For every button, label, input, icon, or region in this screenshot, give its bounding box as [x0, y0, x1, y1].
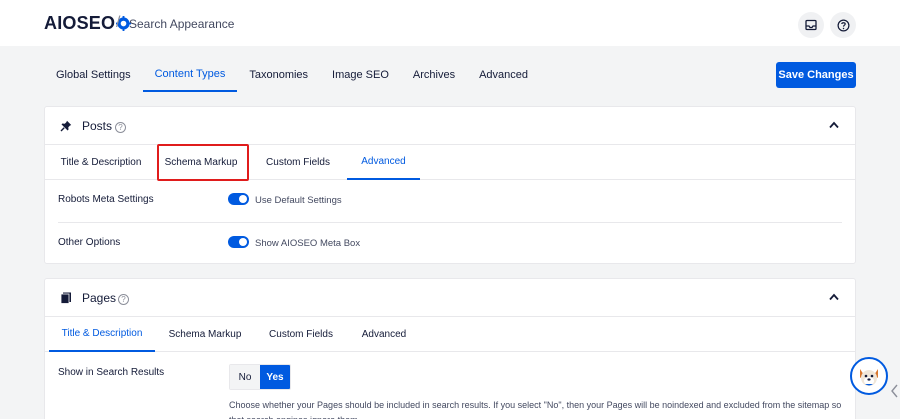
tab-global-settings[interactable]: Global Settings: [44, 58, 143, 92]
top-header: AIOSEO / Search Appearance: [0, 0, 900, 46]
help-icon[interactable]: ?: [118, 294, 129, 305]
posts-card-title: Posts: [82, 118, 113, 133]
main-tabs: Global Settings Content Types Taxonomies…: [44, 58, 856, 92]
show-meta-box-toggle[interactable]: [228, 236, 249, 248]
pushpin-icon: [60, 120, 72, 132]
tab-taxonomies[interactable]: Taxonomies: [237, 58, 320, 92]
tab-archives[interactable]: Archives: [401, 58, 467, 92]
robots-meta-row: Robots Meta Settings Use Default Setting…: [58, 180, 842, 222]
logo-text: AIOSEO: [44, 13, 116, 33]
notifications-button[interactable]: [798, 12, 824, 38]
save-changes-button[interactable]: Save Changes: [776, 62, 856, 88]
sub-tab-custom-fields[interactable]: Custom Fields: [249, 145, 347, 180]
pages-icon: [60, 292, 71, 304]
pages-sub-tabs: Title & Description Schema Markup Custom…: [45, 317, 855, 352]
inbox-icon: [805, 19, 817, 31]
row-label: Other Options: [58, 237, 121, 248]
help-button[interactable]: [830, 12, 856, 38]
show-in-search-selector: No Yes: [229, 364, 291, 390]
yes-option[interactable]: Yes: [260, 365, 290, 389]
row-label: Robots Meta Settings: [58, 194, 154, 205]
help-icon: [837, 19, 849, 31]
collapse-panel-icon[interactable]: [889, 381, 900, 401]
posts-card: Posts ? Title & Description Schema Marku…: [44, 106, 856, 264]
sub-tab-advanced[interactable]: Advanced: [347, 317, 421, 352]
posts-card-header[interactable]: Posts ?: [45, 107, 855, 145]
pages-card: Pages ? Title & Description Schema Marku…: [44, 278, 856, 419]
tab-content-types[interactable]: Content Types: [142, 58, 238, 92]
sub-tab-title-description[interactable]: Title & Description: [49, 145, 153, 180]
sub-tab-advanced[interactable]: Advanced: [347, 145, 420, 180]
show-in-search-label: Show in Search Results: [58, 367, 165, 378]
toggle-label: Show AIOSEO Meta Box: [255, 238, 361, 249]
chevron-up-icon[interactable]: [829, 121, 839, 129]
mascot-icon: [860, 369, 878, 386]
tab-image-seo[interactable]: Image SEO: [320, 58, 401, 92]
no-option[interactable]: No: [230, 365, 260, 389]
assistant-mascot-button[interactable]: [850, 357, 888, 395]
breadcrumb-separator: /: [116, 14, 121, 31]
pages-card-header[interactable]: Pages ?: [45, 279, 855, 317]
toggle-label: Use Default Settings: [255, 195, 342, 206]
use-default-settings-toggle[interactable]: [228, 193, 249, 205]
pages-card-title: Pages: [82, 290, 117, 305]
sub-tab-schema-markup[interactable]: Schema Markup: [155, 317, 255, 352]
posts-sub-tabs: Title & Description Schema Markup Custom…: [45, 145, 855, 180]
page-title: Search Appearance: [129, 17, 235, 31]
other-options-row: Other Options Show AIOSEO Meta Box: [58, 222, 842, 264]
sub-tab-schema-markup[interactable]: Schema Markup: [153, 145, 249, 180]
tab-advanced[interactable]: Advanced: [467, 58, 540, 92]
sub-tab-title-description[interactable]: Title & Description: [49, 317, 155, 352]
show-in-search-description: Choose whether your Pages should be incl…: [229, 400, 842, 419]
sub-tab-custom-fields[interactable]: Custom Fields: [255, 317, 347, 352]
chevron-up-icon[interactable]: [829, 293, 839, 301]
help-icon[interactable]: ?: [115, 122, 126, 133]
